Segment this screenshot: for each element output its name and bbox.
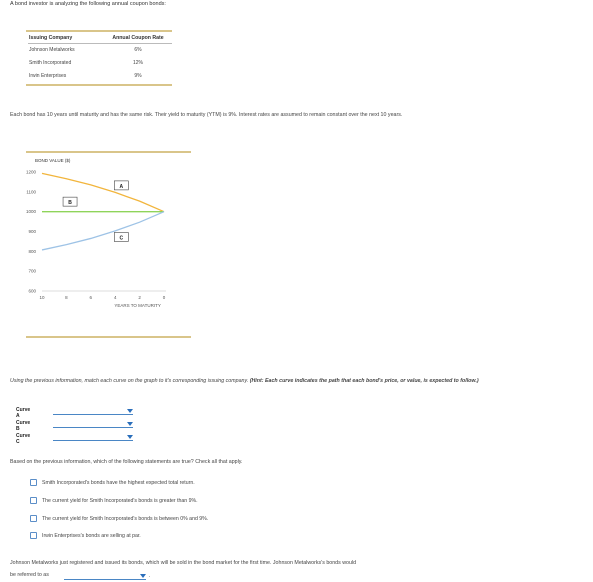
y-tick-label: 800 bbox=[28, 249, 36, 254]
match-hint: (Hint: Each curve indicates the path tha… bbox=[249, 378, 479, 384]
johnson-text-2: be referred to as bbox=[10, 572, 49, 578]
chevron-down-icon bbox=[140, 574, 146, 578]
y-tick-label: 1000 bbox=[26, 209, 37, 214]
y-axis-label: BOND VALUE ($) bbox=[35, 158, 71, 163]
checkbox[interactable] bbox=[30, 515, 37, 522]
johnson-text: Johnson Metalworks just registered and i… bbox=[10, 560, 357, 566]
x-axis-label: YEARS TO MATURITY bbox=[114, 303, 161, 308]
curve-a-label: Curve A bbox=[16, 407, 31, 419]
curve-a-dropdown[interactable] bbox=[53, 406, 133, 415]
table-cell-company: Smith Incorporated bbox=[29, 59, 72, 66]
curve-c-dropdown[interactable] bbox=[53, 432, 133, 441]
statement-option[interactable]: Irwin Enterprises's bonds are selling at… bbox=[30, 532, 141, 539]
y-tick-label: 700 bbox=[28, 269, 36, 274]
y-tick-label: 900 bbox=[28, 229, 36, 234]
x-tick-label: 4 bbox=[114, 295, 117, 300]
statement-text: The current yield for Smith Incorporated… bbox=[42, 515, 209, 522]
intro-text: A bond investor is analyzing the followi… bbox=[10, 1, 166, 7]
curve-b-label: Curve B bbox=[16, 420, 31, 432]
table-cell-rate: 12% bbox=[132, 59, 143, 66]
y-tick-label: 1200 bbox=[26, 170, 37, 175]
chart-top-rule bbox=[26, 151, 191, 153]
x-tick-label: 2 bbox=[138, 295, 141, 300]
series-line-c bbox=[41, 211, 165, 251]
curve-c-label: Curve C bbox=[16, 433, 31, 445]
x-tick-label: 8 bbox=[65, 295, 68, 300]
chevron-down-icon bbox=[127, 422, 133, 426]
table-cell-company: Johnson Metalworks bbox=[29, 46, 75, 53]
curve-box-label: B bbox=[68, 200, 72, 206]
statements-prompt: Based on the previous information, which… bbox=[10, 459, 243, 465]
x-tick-label: 0 bbox=[163, 295, 166, 300]
bond-value-chart: BOND VALUE ($) 1200 1100 1000 900 800 700 60010… bbox=[26, 158, 166, 308]
bond-table: Issuing Company Annual Coupon Rate Johns… bbox=[28, 33, 172, 82]
table-bottom-rule bbox=[26, 84, 172, 86]
statement-text: Irwin Enterprises's bonds are selling at… bbox=[42, 532, 141, 539]
checkbox[interactable] bbox=[30, 497, 37, 504]
table-top-rule bbox=[26, 30, 172, 32]
x-tick-label: 6 bbox=[90, 295, 93, 300]
checkbox[interactable] bbox=[30, 479, 37, 486]
x-tick-label: 10 bbox=[39, 295, 45, 300]
curve-box-label: C bbox=[119, 235, 123, 241]
statement-option[interactable]: Smith Incorporated's bonds have the high… bbox=[30, 479, 195, 486]
match-prompt: Using the previous information, match ea… bbox=[10, 377, 480, 386]
chevron-down-icon bbox=[127, 409, 133, 413]
statement-text: Smith Incorporated's bonds have the high… bbox=[42, 479, 195, 486]
table-cell-company: Irwin Enterprises bbox=[29, 72, 67, 79]
bond-type-dropdown[interactable] bbox=[64, 571, 146, 580]
table-cell-rate: 9% bbox=[134, 72, 142, 79]
bond-description: Each bond has 10 years until maturity an… bbox=[10, 112, 403, 118]
statement-text: The current yield for Smith Incorporated… bbox=[42, 497, 198, 504]
chart-bottom-rule bbox=[26, 336, 191, 338]
statement-option[interactable]: The current yield for Smith Incorporated… bbox=[30, 497, 198, 504]
y-tick-label: 600 bbox=[28, 289, 36, 294]
chevron-down-icon bbox=[127, 435, 133, 439]
statement-option[interactable]: The current yield for Smith Incorporated… bbox=[30, 515, 208, 522]
checkbox[interactable] bbox=[30, 532, 37, 539]
y-tick-label: 1100 bbox=[26, 189, 36, 194]
header-coupon: Annual Coupon Rate bbox=[104, 33, 172, 44]
table-cell-rate: 6% bbox=[134, 46, 142, 53]
series-line-a bbox=[41, 172, 165, 213]
match-prompt-text: Using the previous information, match ea… bbox=[10, 378, 250, 384]
curve-b-dropdown[interactable] bbox=[53, 419, 133, 428]
period-mark: . bbox=[149, 573, 151, 579]
curve-box-label: A bbox=[119, 184, 123, 190]
header-company: Issuing Company bbox=[28, 33, 104, 44]
